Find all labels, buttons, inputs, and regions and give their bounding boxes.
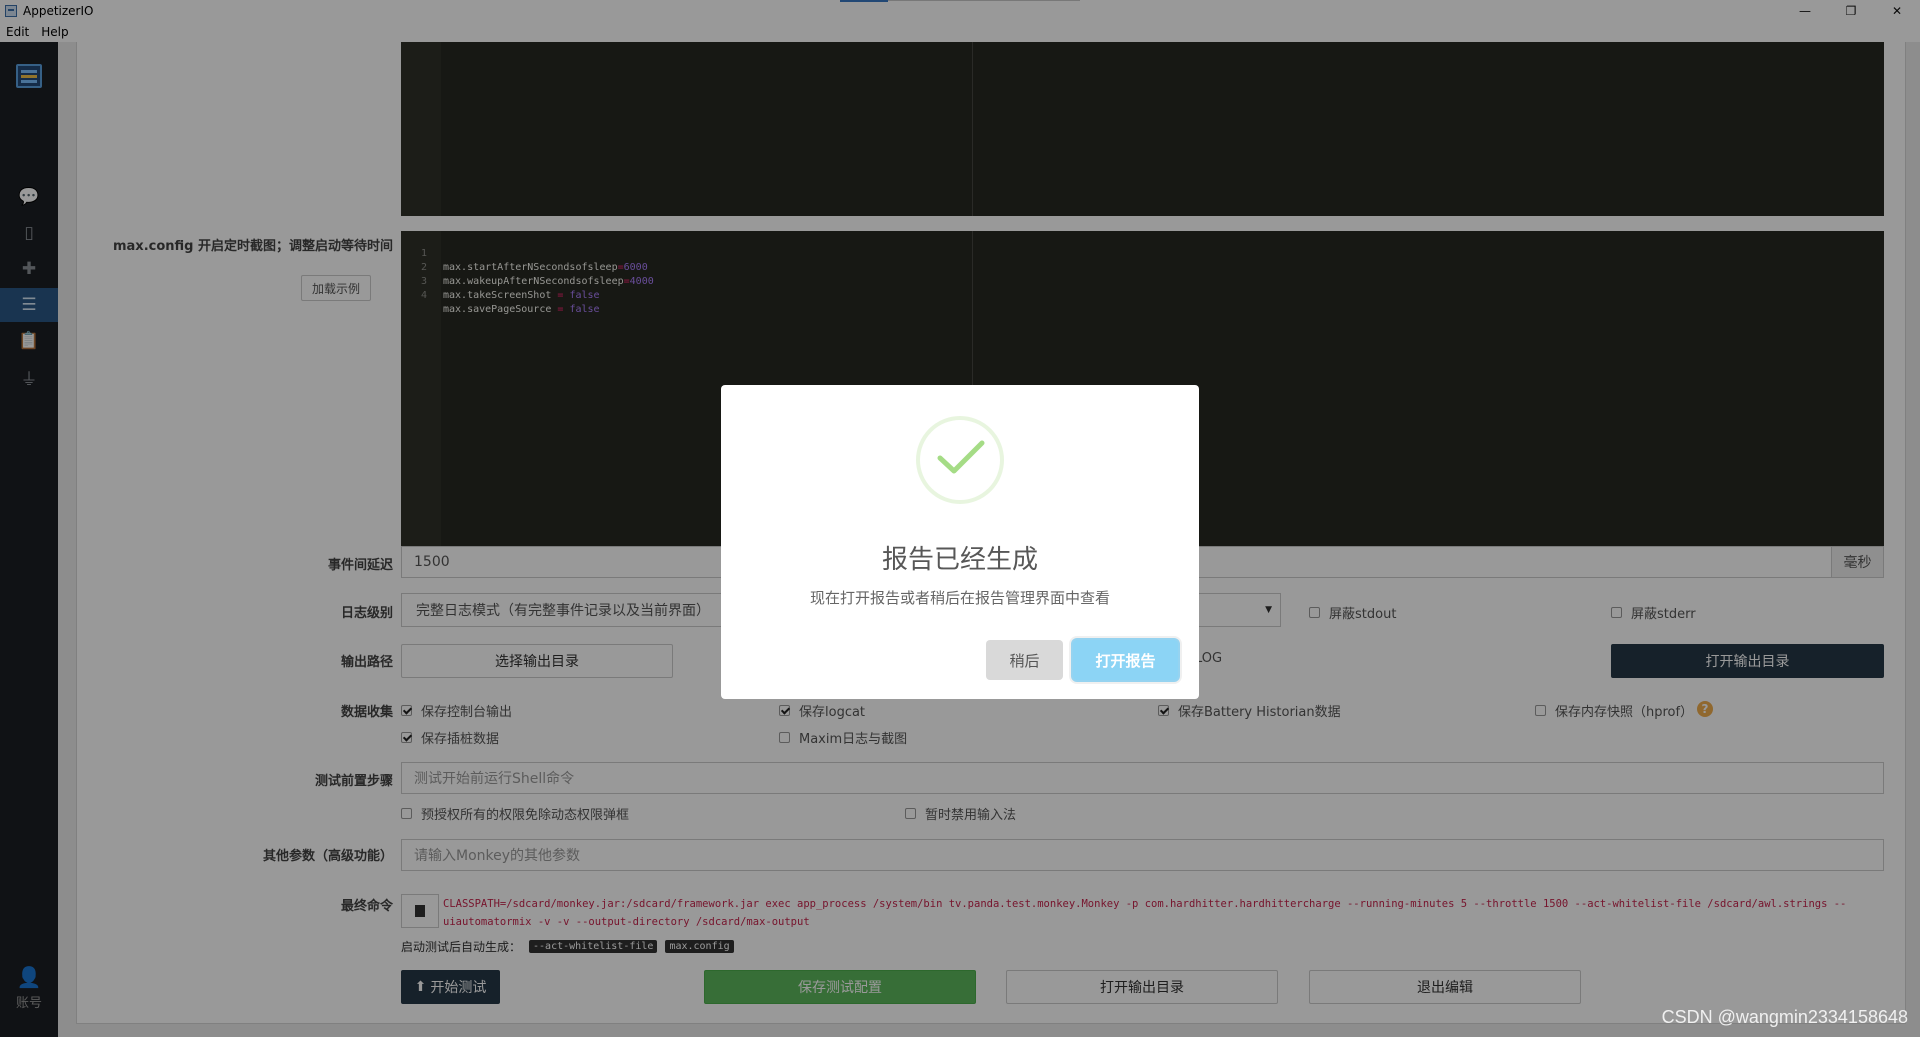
later-button[interactable]: 稍后 [986,640,1063,680]
dialog-title: 报告已经生成 [881,545,1038,575]
success-check-icon [916,416,1004,504]
report-generated-dialog: 报告已经生成 现在打开报告或者稍后在报告管理界面中查看 稍后 打开报告 [721,385,1199,699]
watermark-text: CSDN @wangmin2334158648 [1661,1007,1908,1027]
dialog-message: 现在打开报告或者稍后在报告管理界面中查看 [809,589,1110,607]
open-report-button[interactable]: 打开报告 [1073,640,1178,680]
